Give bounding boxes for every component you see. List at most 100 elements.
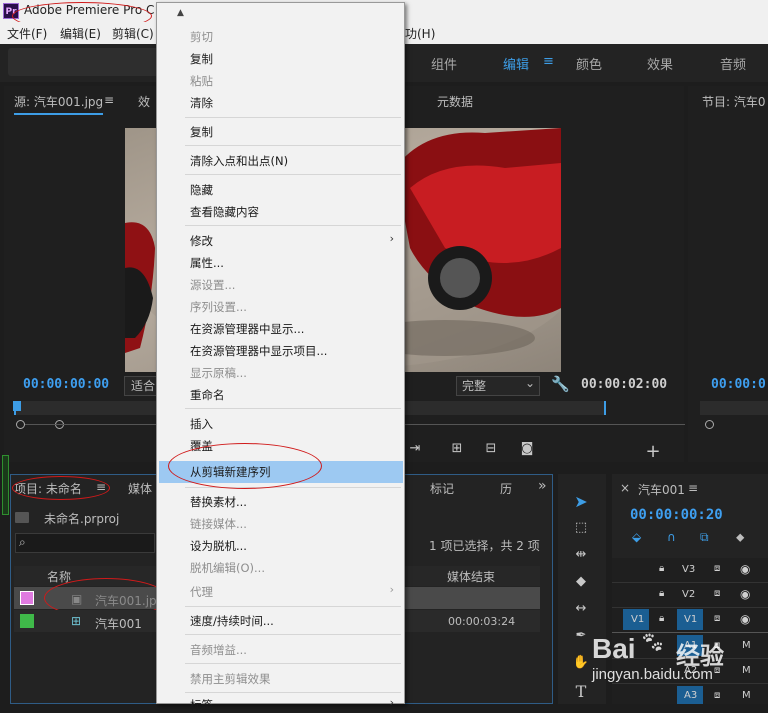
project-file-name: 未命名.prproj (44, 512, 120, 526)
sync-lock-icon[interactable]: ⧈ (714, 588, 720, 599)
program-zoom-handle[interactable] (705, 420, 714, 429)
menu-item-speed-duration[interactable]: 速度/持续时间... (190, 613, 274, 629)
menu-clip[interactable]: 剪辑(C) (112, 25, 154, 42)
track-label-v2: V2 (682, 589, 696, 600)
timeline-timecode[interactable]: 00:00:00:20 (630, 507, 723, 523)
context-menu: ▲ 剪切 复制 粘贴 清除 复制 清除入点和出点(N) 隐藏 查看隐藏内容 修改… (156, 2, 405, 712)
program-time-ruler[interactable] (700, 401, 768, 415)
workspace-menu-icon[interactable]: ≡ (543, 54, 554, 69)
workspace-assembly[interactable]: 组件 (431, 54, 457, 73)
workspace-effects[interactable]: 效果 (647, 54, 673, 73)
tab-media-browser[interactable]: 媒体 (128, 480, 152, 497)
ripple-edit-icon[interactable]: ⇹ (570, 547, 592, 567)
quality-dropdown-label: 完整 (462, 379, 487, 393)
source-playhead[interactable] (13, 401, 21, 411)
sync-lock-icon[interactable]: ⧈ (714, 690, 720, 701)
selection-status: 1 项已选择，共 2 项 (429, 539, 540, 553)
zoom-handle-left[interactable] (16, 420, 25, 429)
menu-item-audio-gain: 音频增益... (190, 643, 247, 657)
menu-item-reveal-project[interactable]: 在资源管理器中显示项目... (190, 343, 327, 359)
tab-timeline[interactable]: 汽车001 (638, 481, 685, 498)
menu-file[interactable]: 文件(F) (7, 25, 47, 42)
menu-item-clear[interactable]: 清除 (190, 95, 213, 111)
linked-selection-icon[interactable]: ⧉ (700, 530, 709, 545)
slip-icon[interactable]: ↔ (570, 601, 592, 621)
sync-lock-icon[interactable]: ⧈ (714, 613, 720, 624)
source-patch-v1-label: V1 (631, 614, 645, 625)
menu-item-duplicate[interactable]: 复制 (190, 124, 213, 140)
menu-item-insert[interactable]: 插入 (190, 416, 213, 432)
camera-icon[interactable]: ◙ (516, 441, 538, 461)
add-marker-icon[interactable]: ⬥ (736, 530, 744, 545)
lock-icon[interactable]: 🔒︎ (659, 613, 664, 624)
eye-icon[interactable]: ◉ (740, 612, 750, 626)
menu-separator (185, 408, 401, 409)
mute-button[interactable]: M (742, 640, 751, 651)
mute-button[interactable]: M (742, 665, 751, 676)
export-frame-button[interactable]: ⊟ (480, 441, 502, 461)
menu-item-make-offline[interactable]: 设为脱机... (190, 538, 247, 554)
menu-item-label[interactable]: 标签 (190, 697, 213, 713)
mute-button[interactable]: M (742, 690, 751, 701)
selection-tool-icon[interactable]: ➤ (570, 492, 592, 512)
source-timecode-in[interactable]: 00:00:00:00 (23, 377, 109, 392)
eye-icon[interactable]: ◉ (740, 587, 750, 601)
program-timecode[interactable]: 00:00:0 (711, 377, 766, 392)
tab-markers[interactable]: 标记 (430, 480, 454, 497)
search-input[interactable] (15, 533, 155, 553)
menu-item-reveal-in-explorer[interactable]: 在资源管理器中显示... (190, 321, 304, 337)
source-tab-menu-icon[interactable]: ≡ (104, 93, 114, 107)
menu-item-hide[interactable]: 隐藏 (190, 182, 213, 198)
overwrite-button[interactable]: ⊞ (446, 441, 468, 461)
menu-separator (185, 174, 401, 175)
column-media-end[interactable]: 媒体结束 (447, 568, 495, 585)
timeline-tab-menu-icon[interactable]: ≡ (688, 481, 698, 495)
menu-item-copy[interactable]: 复制 (190, 51, 213, 67)
menu-item-rename[interactable]: 重命名 (190, 387, 225, 403)
tab-source[interactable]: 源: 汽车001.jpg (14, 93, 104, 115)
menu-help[interactable]: 功(H) (405, 25, 435, 42)
lock-icon[interactable]: 🔒︎ (659, 588, 664, 599)
wrench-icon[interactable]: 🔧 (551, 375, 570, 393)
menu-item-modify[interactable]: 修改 (190, 233, 213, 249)
item-name[interactable]: 汽车001 (95, 615, 142, 632)
panel-overflow-icon[interactable]: » (538, 478, 547, 494)
menu-separator (185, 225, 401, 226)
workspace-color[interactable]: 颜色 (576, 54, 602, 73)
tab-program[interactable]: 节目: 汽车0 (702, 93, 766, 110)
eye-icon[interactable]: ◉ (740, 562, 750, 576)
workspace-audio[interactable]: 音频 (720, 54, 746, 73)
menu-edit[interactable]: 编辑(E) (60, 25, 101, 42)
menu-item-replace-footage[interactable]: 替换素材... (190, 494, 247, 510)
tab-effects-controls[interactable]: 效 (138, 93, 150, 110)
nest-toggle-icon[interactable]: ⬙ (632, 530, 641, 544)
sequence-icon: ⊞ (71, 614, 82, 628)
workspace-edit[interactable]: 编辑 (503, 54, 529, 73)
submenu-arrow-icon: › (389, 696, 394, 709)
track-label-v1: V1 (684, 614, 698, 625)
razor-icon[interactable]: ◆ (570, 574, 592, 594)
track-label-v3: V3 (682, 564, 696, 575)
track-select-icon[interactable]: ⬚ (570, 520, 592, 540)
add-icon[interactable]: + (642, 441, 664, 462)
pen-icon[interactable]: ✒ (570, 628, 592, 648)
timeline-close-icon[interactable]: × (620, 481, 630, 495)
tab-metadata[interactable]: 元数据 (437, 93, 473, 110)
snap-icon[interactable]: ∩ (667, 530, 676, 544)
hand-icon[interactable]: ✋ (570, 655, 592, 675)
insert-button[interactable]: ⇥ (404, 441, 426, 461)
type-icon[interactable]: T (570, 682, 592, 702)
scroll-up-arrow-icon[interactable]: ▲ (177, 8, 184, 18)
sync-lock-icon[interactable]: ⧈ (714, 563, 720, 574)
lock-icon[interactable]: 🔒︎ (659, 563, 664, 574)
menu-item-view-hidden[interactable]: 查看隐藏内容 (190, 204, 259, 220)
menu-separator (185, 117, 401, 118)
tab-history[interactable]: 历 (500, 480, 512, 497)
label-color-swatch[interactable] (20, 614, 34, 628)
label-color-swatch[interactable] (20, 591, 34, 605)
menu-item-clear-in-out[interactable]: 清除入点和出点(N) (190, 153, 288, 169)
menu-item-properties[interactable]: 属性... (190, 255, 224, 271)
fit-dropdown-label: 适合 (131, 379, 156, 393)
watermark-url: jingyan.baidu.com (592, 666, 713, 683)
paw-icon: 🐾︎ (640, 630, 666, 654)
